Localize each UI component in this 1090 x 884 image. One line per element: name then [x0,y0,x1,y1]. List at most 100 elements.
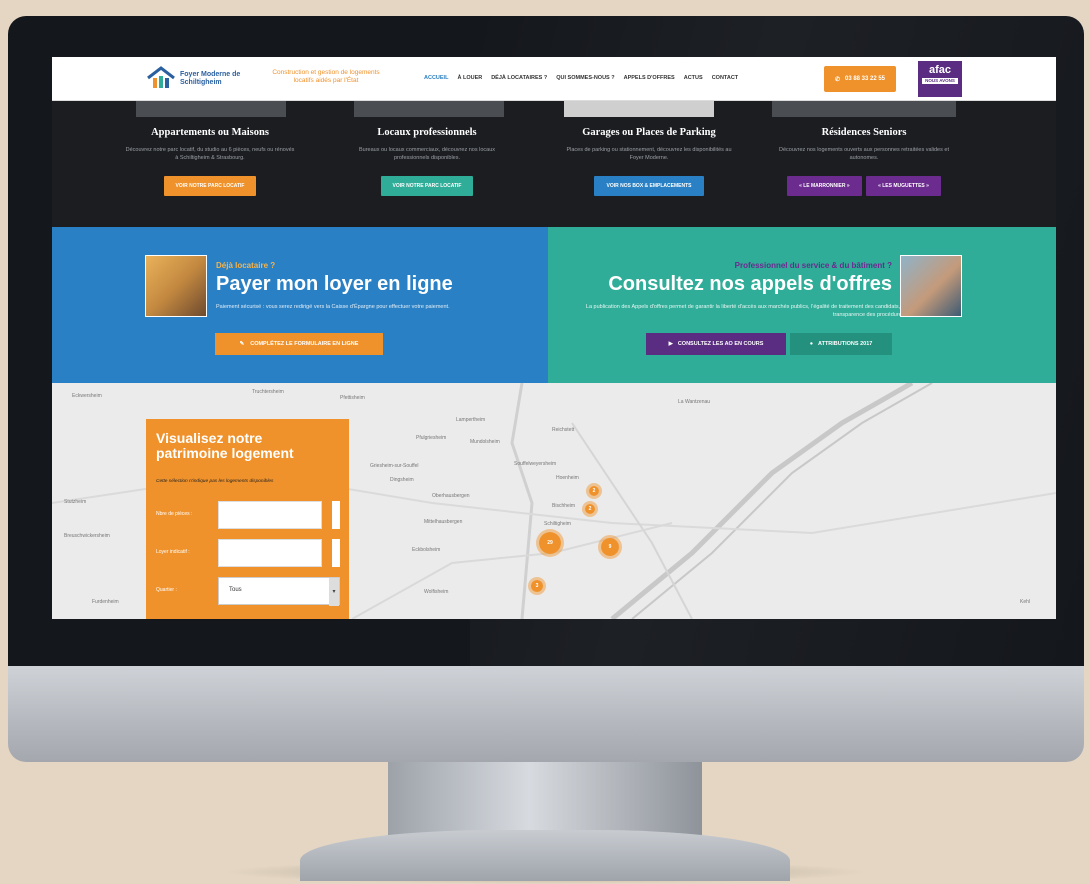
map-label: Griesheim-sur-Souffel [370,463,419,469]
map-label: Pfulgriesheim [416,435,447,441]
rooms-input[interactable] [218,501,322,529]
map-marker[interactable]: 29 [536,529,564,557]
map-label: Oberhausbergen [432,493,470,499]
monitor-stand-base [300,830,790,881]
rent-input-extra[interactable] [332,539,340,567]
search-title: Visualisez notre patrimoine logement [156,430,294,461]
map-label: Reichstett [552,427,575,433]
nav-a-louer[interactable]: À LOUER [457,75,482,81]
pay-rent-button-label: COMPLÉTEZ LE FORMULAIRE EN LIGNE [250,341,359,347]
map-label: Schiltigheim [544,521,571,527]
category-title: Garages ou Places de Parking [582,127,716,138]
district-select-value: Tous [229,587,242,593]
monitor-chin [8,666,1084,762]
district-field: Quartier : Tous ▾ [156,577,342,606]
map-marker[interactable]: 2 [586,483,602,499]
category-image [354,101,504,117]
pay-rent-section: Déjà locataire ? Payer mon loyer en lign… [52,227,548,383]
category-image [136,101,286,117]
district-label: Quartier : [156,587,177,593]
housing-map[interactable]: Truchtersheim Pfettisheim Lampertheim Re… [52,383,1056,619]
tenders-section: Professionnel du service & du bâtiment ?… [548,227,1056,383]
map-label: Eckwersheim [72,393,102,399]
map-label: La Wantzenau [678,399,711,405]
rooms-input-extra[interactable] [332,501,340,529]
category-title: Locaux professionnels [377,127,477,138]
map-label: Pfettisheim [340,395,365,401]
tenants-photo [145,255,207,317]
map-marker[interactable]: 3 [528,577,546,595]
map-label: Mundolsheim [470,439,500,445]
megaphone-icon: ▶ [668,341,673,347]
category-seniors: Résidences Seniors Découvrez nos logemen… [754,127,974,196]
categories-strip: Appartements ou Maisons Découvrez notre … [52,101,1056,227]
category-apartments: Appartements ou Maisons Découvrez notre … [100,127,320,196]
nav-contact[interactable]: CONTACT [712,75,738,81]
map-marker[interactable]: 9 [598,535,622,559]
map-label: Dingsheim [390,477,414,483]
rent-input[interactable] [218,539,322,567]
map-label: Breuschwickersheim [64,533,110,539]
phone-button[interactable]: ✆ 03 88 33 22 55 [824,66,896,92]
map-label: Eckbolsheim [412,547,441,553]
category-image [772,101,956,117]
property-search-panel: Visualisez notre patrimoine logement Cet… [146,419,349,619]
tenders-attributions-button[interactable]: ● ATTRIBUTIONS 2017 [790,333,892,355]
category-offices: Locaux professionnels Bureaux ou locaux … [317,127,537,196]
pay-rent-button[interactable]: ✎ COMPLÉTEZ LE FORMULAIRE EN LIGNE [215,333,383,355]
category-button[interactable]: VOIR NOTRE PARC LOCATIF [380,176,474,196]
phone-icon: ✆ [834,76,840,83]
rent-label: Loyer indicatif : [156,549,190,555]
site-header: Foyer Moderne de Schiltigheim Constructi… [52,57,1056,101]
map-label: Lampertheim [456,417,486,423]
category-button[interactable]: « LE MARRONNIER » [787,176,862,196]
category-button[interactable]: VOIR NOS BOX & EMPLACEMENTS [594,176,704,196]
nav-appels-offres[interactable]: APPELS D'OFFRES [624,75,675,81]
chevron-down-icon[interactable]: ▾ [329,578,339,606]
map-label: Souffelweyersheim [514,461,557,467]
monitor-stand-neck [388,762,702,840]
rooms-field: Nbre de pièces : [156,501,342,529]
map-marker[interactable]: 2 [582,501,598,517]
tenders-current-label: CONSULTEZ LES AO EN COURS [677,341,764,347]
category-title: Appartements ou Maisons [151,127,269,138]
rooms-label: Nbre de pièces : [156,511,193,517]
nav-deja-locataires[interactable]: DÉJÀ LOCATAIRES ? [491,75,547,81]
category-garages: Garages ou Places de Parking Places de p… [539,127,759,196]
category-image [564,101,714,117]
rent-field: Loyer indicatif : [156,539,342,567]
district-select[interactable]: Tous ▾ [218,577,340,606]
tenders-current-button[interactable]: ▶ CONSULTEZ LES AO EN COURS [646,333,786,355]
site-logo[interactable]: Foyer Moderne de Schiltigheim [146,63,256,95]
phone-number: 03 88 33 22 55 [844,76,886,82]
category-text: Places de parking ou stationnement, déco… [566,147,732,161]
map-label: Bischheim [552,503,576,509]
category-text: Découvrez nos logements ouverts aux pers… [779,147,949,161]
map-label: Stutzheim [64,499,87,505]
nav-actus[interactable]: ACTUS [684,75,703,81]
nav-qui-sommes-nous[interactable]: QUI SOMMES-NOUS ? [556,75,614,81]
site-tagline: Construction et gestion de logements loc… [272,69,380,84]
pay-rent-title: Payer mon loyer en ligne [216,273,453,295]
tenders-eyebrow: Professionnel du service & du bâtiment ? [734,261,892,270]
main-nav: ACCUEIL À LOUER DÉJÀ LOCATAIRES ? QUI SO… [424,75,738,81]
house-logo-icon [147,66,175,88]
category-button[interactable]: VOIR NOTRE PARC LOCATIF [163,176,257,196]
map-label: Hoenheim [556,475,579,481]
search-note: Cette sélection n'indique pas les logeme… [156,479,274,484]
pay-rent-eyebrow: Déjà locataire ? [216,261,276,270]
tenders-title: Consultez nos appels d'offres [608,273,892,295]
afac-badge[interactable]: afac NOUS AVONS [918,61,962,97]
map-label: Mittelhausbergen [424,519,463,525]
category-text: Bureaux ou locaux commerciaux, découvrez… [358,147,496,161]
category-button[interactable]: « LES MUGUETTES » [866,176,941,196]
map-label: Truchtersheim [252,389,284,395]
worker-photo [900,255,962,317]
monitor: Foyer Moderne de Schiltigheim Constructi… [0,0,1090,884]
afac-badge-title: afac [928,64,952,76]
map-label: Wolfisheim [424,589,449,595]
nav-accueil[interactable]: ACCUEIL [424,75,448,81]
website-screen: Foyer Moderne de Schiltigheim Constructi… [52,57,1056,619]
afac-badge-sub: NOUS AVONS [922,78,958,84]
pencil-icon: ✎ [239,341,245,347]
